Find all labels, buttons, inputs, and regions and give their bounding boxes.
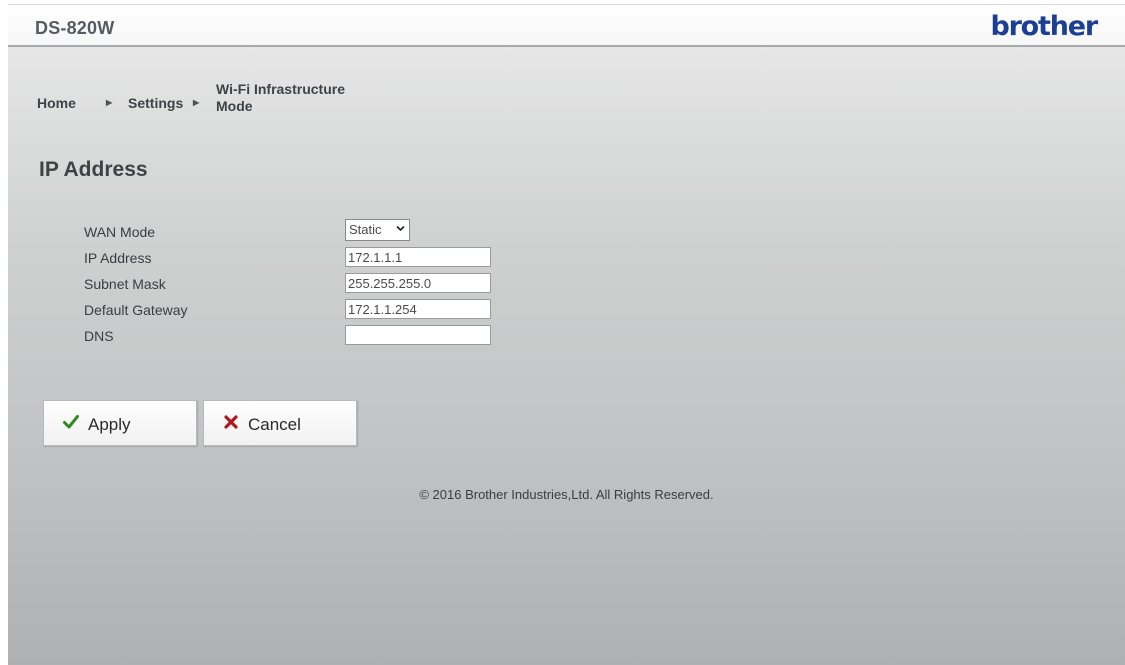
default-gateway-label: Default Gateway [84, 302, 188, 318]
dns-row: DNS [84, 325, 584, 347]
subnet-mask-row: Subnet Mask [84, 273, 584, 295]
ip-address-row: IP Address [84, 247, 584, 269]
device-model-title: DS-820W [35, 18, 115, 38]
brother-logo: brother [990, 11, 1098, 42]
dns-input[interactable] [345, 325, 491, 345]
default-gateway-row: Default Gateway [84, 299, 584, 321]
ip-address-input[interactable] [345, 247, 491, 267]
page-title: IP Address [39, 158, 148, 181]
dns-label: DNS [84, 328, 114, 344]
subnet-mask-input[interactable] [345, 273, 491, 293]
wan-mode-label: WAN Mode [84, 224, 156, 240]
app-frame: DS-820W brother Home ▶ Settings ▶ Wi-Fi … [0, 0, 1125, 665]
breadcrumb-current-page: Wi-Fi Infrastructure Mode [216, 81, 345, 114]
ip-address-label: IP Address [84, 250, 152, 266]
cancel-button[interactable]: Cancel [203, 400, 357, 446]
triangle-right-icon: ▶ [193, 98, 200, 107]
x-icon [224, 415, 238, 429]
main-content: Home ▶ Settings ▶ Wi-Fi Infrastructure M… [8, 47, 1125, 665]
header-bar: DS-820W brother [8, 4, 1125, 47]
triangle-right-icon: ▶ [106, 98, 113, 107]
breadcrumb-home-link[interactable]: Home [37, 95, 76, 111]
subnet-mask-label: Subnet Mask [84, 276, 166, 292]
copyright-footer: © 2016 Brother Industries,Ltd. All Right… [419, 487, 714, 502]
wan-mode-row: WAN Mode Static [84, 219, 584, 243]
cancel-button-label: Cancel [248, 415, 301, 434]
wan-mode-select[interactable]: Static [345, 219, 410, 241]
wan-mode-selected-value: Static [349, 222, 382, 237]
apply-button-label: Apply [88, 415, 131, 434]
default-gateway-input[interactable] [345, 299, 491, 319]
breadcrumb-settings-link[interactable]: Settings [128, 95, 183, 111]
chevron-down-icon [396, 225, 405, 232]
checkmark-icon [63, 415, 79, 429]
apply-button[interactable]: Apply [43, 400, 197, 446]
